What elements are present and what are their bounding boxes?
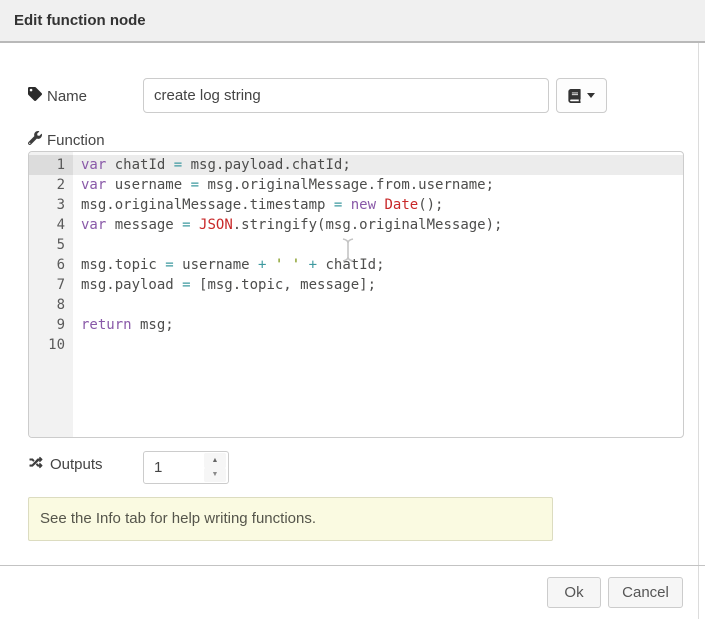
spinner-down-button[interactable]: ▼ bbox=[204, 468, 226, 483]
code-line[interactable] bbox=[73, 295, 683, 315]
chevron-down-icon bbox=[587, 93, 595, 98]
edit-function-node-dialog: Edit function node Name Function 1var ch… bbox=[0, 0, 705, 619]
dialog-title: Edit function node bbox=[14, 0, 146, 41]
form-tip-text: See the Info tab for help writing functi… bbox=[40, 510, 316, 527]
ok-button[interactable]: Ok bbox=[547, 577, 601, 608]
wrench-icon bbox=[28, 131, 42, 145]
line-number: 3 bbox=[29, 195, 73, 215]
code-line[interactable]: var chatId = msg.payload.chatId; bbox=[73, 155, 683, 175]
random-icon bbox=[28, 456, 44, 469]
code-row[interactable]: 3msg.originalMessage.timestamp = new Dat… bbox=[29, 195, 683, 215]
code-line[interactable]: var message = JSON.stringify(msg.origina… bbox=[73, 215, 683, 235]
code-line[interactable]: msg.payload = [msg.topic, message]; bbox=[73, 275, 683, 295]
outputs-input[interactable] bbox=[144, 452, 204, 483]
line-number: 5 bbox=[29, 235, 73, 255]
code-row[interactable]: 7msg.payload = [msg.topic, message]; bbox=[29, 275, 683, 295]
code-row[interactable]: 10 bbox=[29, 335, 683, 355]
spinner-up-button[interactable]: ▲ bbox=[204, 453, 226, 468]
function-code-editor[interactable]: 1var chatId = msg.payload.chatId;2var us… bbox=[28, 151, 684, 438]
form-tip-box: See the Info tab for help writing functi… bbox=[28, 497, 553, 541]
code-row[interactable]: 6msg.topic = username + ' ' + chatId; bbox=[29, 255, 683, 275]
book-icon bbox=[568, 89, 581, 103]
line-number: 7 bbox=[29, 275, 73, 295]
line-number: 2 bbox=[29, 175, 73, 195]
code-row[interactable]: 4var message = JSON.stringify(msg.origin… bbox=[29, 215, 683, 235]
line-number: 10 bbox=[29, 335, 73, 355]
line-number: 9 bbox=[29, 315, 73, 335]
code-line[interactable]: return msg; bbox=[73, 315, 683, 335]
code-line[interactable] bbox=[73, 335, 683, 355]
tag-icon bbox=[28, 87, 42, 101]
line-number: 6 bbox=[29, 255, 73, 275]
footer-divider bbox=[0, 565, 705, 566]
outputs-spinner: ▲ ▼ bbox=[143, 451, 229, 484]
name-input[interactable] bbox=[143, 78, 549, 113]
dialog-header: Edit function node bbox=[0, 0, 705, 43]
line-number: 4 bbox=[29, 215, 73, 235]
mouse-cursor-ibeam bbox=[341, 237, 355, 268]
line-number: 8 bbox=[29, 295, 73, 315]
code-rows: 1var chatId = msg.payload.chatId;2var us… bbox=[29, 155, 683, 355]
code-row[interactable]: 9return msg; bbox=[29, 315, 683, 335]
code-line[interactable]: msg.topic = username + ' ' + chatId; bbox=[73, 255, 683, 275]
code-row[interactable]: 1var chatId = msg.payload.chatId; bbox=[29, 155, 683, 175]
code-row[interactable]: 8 bbox=[29, 295, 683, 315]
code-line[interactable]: msg.originalMessage.timestamp = new Date… bbox=[73, 195, 683, 215]
cancel-button[interactable]: Cancel bbox=[608, 577, 683, 608]
code-line[interactable] bbox=[73, 235, 683, 255]
line-number: 1 bbox=[29, 155, 73, 175]
code-row[interactable]: 5 bbox=[29, 235, 683, 255]
library-button[interactable] bbox=[556, 78, 607, 113]
dialog-right-edge bbox=[698, 43, 699, 619]
function-label: Function bbox=[47, 132, 105, 149]
code-line[interactable]: var username = msg.originalMessage.from.… bbox=[73, 175, 683, 195]
outputs-label: Outputs bbox=[50, 456, 103, 473]
code-row[interactable]: 2var username = msg.originalMessage.from… bbox=[29, 175, 683, 195]
name-label: Name bbox=[47, 88, 87, 105]
